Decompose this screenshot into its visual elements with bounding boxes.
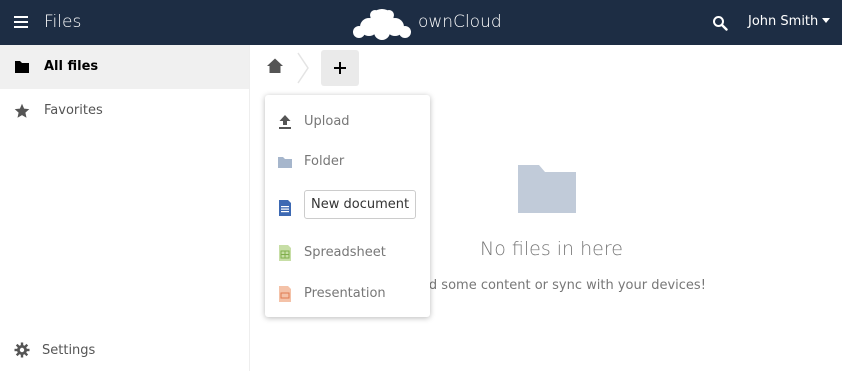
menu-label-spreadsheet: Spreadsheet xyxy=(304,245,386,260)
user-name: John Smith xyxy=(748,14,819,29)
search-icon[interactable] xyxy=(712,15,728,31)
nav-label-favorites: Favorites xyxy=(44,103,103,118)
spreadsheet-icon xyxy=(279,245,291,261)
empty-content-title: No files in here xyxy=(480,238,623,260)
menu-label-upload: Upload xyxy=(304,114,350,129)
nav-item-favorites[interactable]: Favorites xyxy=(0,89,249,133)
upload-icon xyxy=(279,115,291,129)
document-icon xyxy=(279,200,291,216)
owncloud-logo[interactable] xyxy=(351,5,413,41)
menu-item-spreadsheet[interactable]: Spreadsheet xyxy=(265,235,430,271)
empty-content-hint: oad some content or sync with your devic… xyxy=(413,278,706,293)
empty-folder-icon xyxy=(518,165,576,213)
nav-item-all-files[interactable]: All files xyxy=(0,45,249,89)
caret-down-icon xyxy=(822,18,831,23)
new-file-button[interactable] xyxy=(321,50,359,86)
user-menu[interactable]: John Smith xyxy=(748,14,831,29)
new-file-menu: Upload Folder Spreadsheet Presentation xyxy=(265,95,430,317)
menu-label-presentation: Presentation xyxy=(304,286,386,301)
settings-label: Settings xyxy=(42,343,96,358)
menu-item-folder[interactable]: Folder xyxy=(265,144,430,180)
folder-icon xyxy=(278,157,292,168)
home-icon[interactable] xyxy=(266,57,284,75)
presentation-icon xyxy=(279,286,291,302)
menu-label-folder: Folder xyxy=(304,154,345,169)
top-header: Files ownCloud John Smith xyxy=(0,0,842,45)
menu-item-presentation[interactable]: Presentation xyxy=(265,276,430,312)
popover-arrow xyxy=(333,87,349,95)
brand-name: ownCloud xyxy=(418,12,502,32)
app-navigation: All files Favorites Settings xyxy=(0,45,250,371)
hamburger-menu-icon[interactable] xyxy=(14,16,28,28)
menu-item-upload[interactable]: Upload xyxy=(265,104,430,140)
star-icon xyxy=(14,103,30,118)
folder-icon xyxy=(15,61,29,73)
app-title: Files xyxy=(44,12,82,32)
gear-icon xyxy=(14,342,30,358)
breadcrumb-separator xyxy=(297,52,309,84)
new-document-name-input[interactable] xyxy=(304,190,416,219)
nav-label-all-files: All files xyxy=(44,59,99,74)
settings-button[interactable]: Settings xyxy=(0,337,249,371)
